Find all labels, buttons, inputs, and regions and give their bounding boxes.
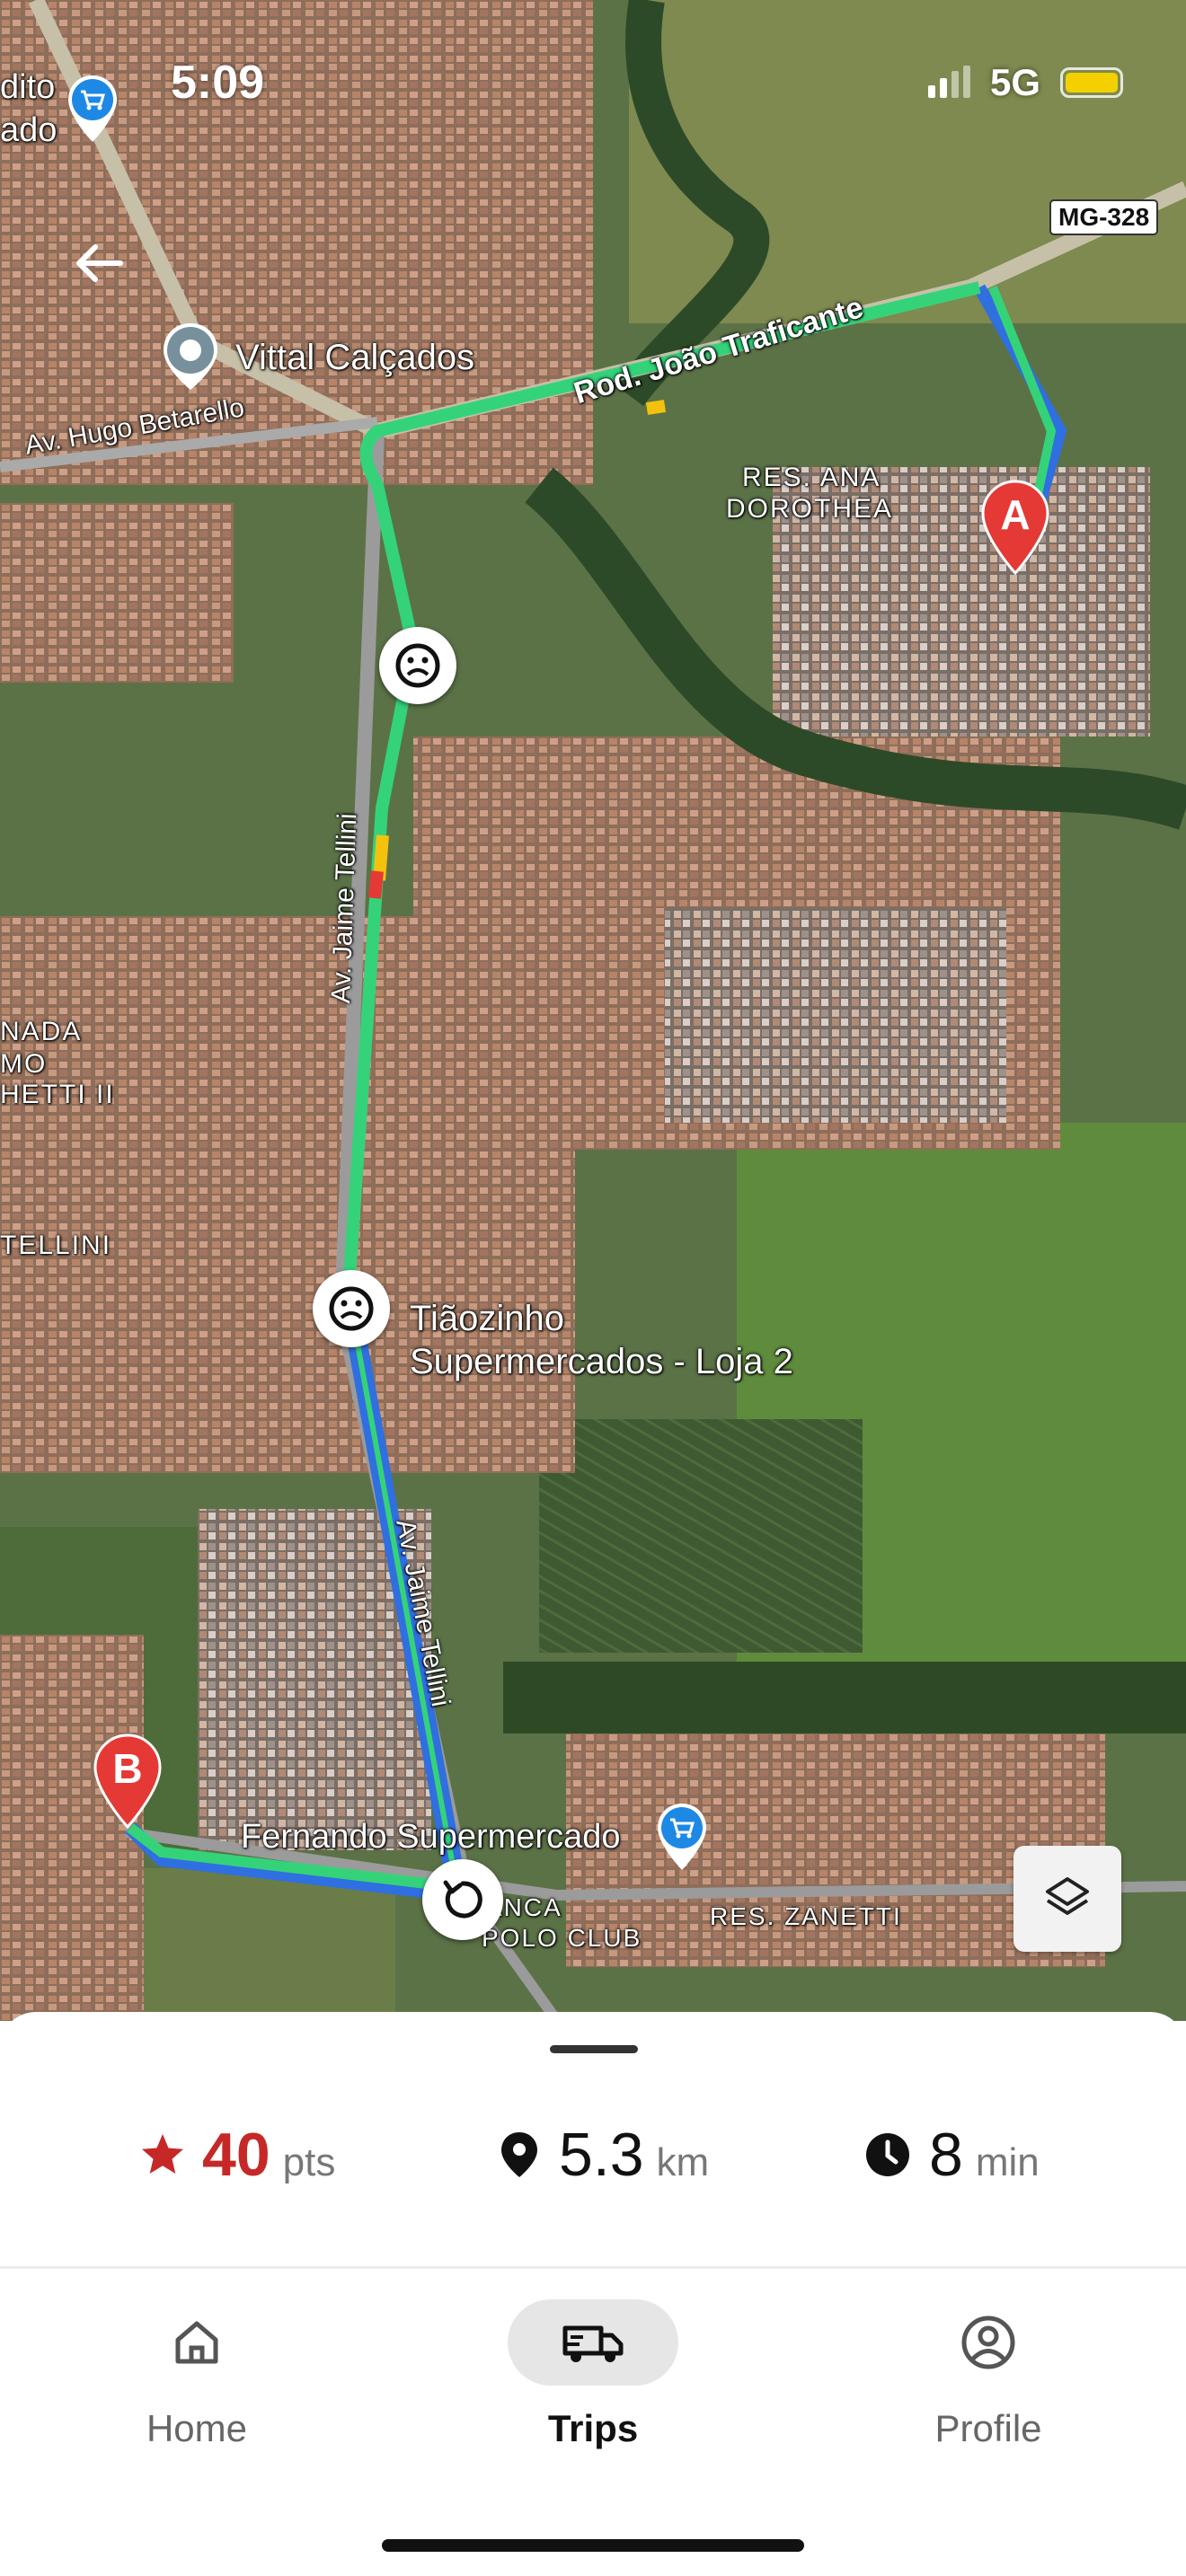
distance-unit: km: [656, 2140, 710, 2184]
sheet-divider: [0, 2266, 1186, 2269]
store-label-top: dito: [0, 68, 56, 106]
nav-trips-label: Trips: [547, 2407, 639, 2449]
signal-icon: [927, 66, 970, 98]
status-indicators: 5G: [927, 61, 1123, 104]
slowdown-marker-1[interactable]: [379, 627, 456, 704]
distance-value: 5.3: [559, 2121, 644, 2189]
marker-b-letter: B: [112, 1745, 143, 1792]
tellini-label: TELLINI: [0, 1231, 112, 1260]
points-value: 40: [202, 2121, 270, 2189]
nav-home-label: Home: [146, 2407, 248, 2449]
nav-home[interactable]: Home: [89, 2299, 305, 2452]
sad-face-icon: [395, 643, 440, 688]
vittal-label: Vittal Calçados: [235, 338, 475, 377]
back-button[interactable]: [63, 232, 135, 295]
nav-trips[interactable]: Trips: [485, 2299, 701, 2452]
sheet-drag-handle[interactable]: [550, 2045, 638, 2053]
truck-icon: [562, 2325, 624, 2362]
vittal-poi[interactable]: [160, 322, 221, 392]
route-start-marker[interactable]: A: [979, 478, 1051, 577]
nav-trips-icon-wrap: [508, 2299, 678, 2386]
star-icon: [142, 2134, 183, 2174]
home-indicator: [382, 2539, 804, 2552]
marker-a-letter: A: [1000, 491, 1031, 538]
points-stat: 40 pts: [139, 2120, 335, 2190]
time-stat: 8 min: [864, 2120, 1040, 2190]
time-value: 8: [929, 2121, 963, 2189]
clock-icon: [866, 2133, 909, 2176]
satellite-background: [0, 0, 1186, 2021]
layers-icon: [1046, 1877, 1089, 1915]
replay-marker[interactable]: [422, 1859, 503, 1940]
replay-icon: [443, 1880, 482, 1919]
shopping-cart-icon: [68, 75, 117, 142]
nada-label-3: HETTI II: [0, 1080, 115, 1109]
map-layers-button[interactable]: [1013, 1846, 1121, 1952]
trip-summary-sheet: 40 pts 5.3 km 8 min Home Trips Profile: [0, 2012, 1186, 2576]
res-ana-label-2: DOROTHEA: [726, 494, 894, 524]
nada-label-2: MO: [0, 1049, 48, 1079]
network-type: 5G: [989, 61, 1040, 103]
back-arrow-icon: [76, 244, 123, 282]
fernando-poi[interactable]: [654, 1802, 710, 1872]
time-unit: min: [975, 2140, 1040, 2184]
location-pin-icon: [164, 323, 217, 390]
store-poi-top[interactable]: [65, 74, 120, 144]
home-icon: [175, 2321, 218, 2364]
trip-stats: 40 pts 5.3 km 8 min: [0, 2120, 1186, 2210]
status-time: 5:09: [171, 57, 265, 109]
polo-label-2: POLO CLUB: [482, 1924, 642, 1952]
points-unit: pts: [282, 2140, 336, 2184]
profile-icon: [961, 2316, 1015, 2369]
store-label-bottom: ado: [0, 111, 58, 149]
nada-label-1: NADA: [0, 1017, 83, 1046]
sad-face-icon: [329, 1286, 374, 1331]
map-view[interactable]: 5:09 5G dito ado Vittal Calçados Av. Hug…: [0, 0, 1186, 2021]
nav-home-icon-wrap: [111, 2299, 282, 2386]
fernando-label: Fernando Supermercado: [241, 1818, 621, 1856]
nav-profile-icon-wrap: [903, 2299, 1074, 2386]
slowdown-marker-2[interactable]: [313, 1270, 390, 1347]
res-ana-label-1: RES. ANA: [742, 463, 881, 492]
tiaozinho-label-1: Tiãozinho: [410, 1299, 564, 1338]
tiaozinho-label-2: Supermercados - Loja 2: [410, 1342, 793, 1381]
res-zanetti-label: RES. ZANETTI: [710, 1902, 902, 1930]
nav-profile-label: Profile: [934, 2407, 1042, 2449]
route-end-marker[interactable]: B: [92, 1732, 164, 1831]
battery-icon: [1060, 67, 1123, 98]
location-pin-icon: [501, 2132, 537, 2177]
nav-profile[interactable]: Profile: [881, 2299, 1096, 2452]
mg328-shield: MG-328: [1049, 199, 1159, 235]
distance-stat: 5.3 km: [500, 2120, 709, 2190]
shopping-cart-icon: [658, 1804, 706, 1870]
